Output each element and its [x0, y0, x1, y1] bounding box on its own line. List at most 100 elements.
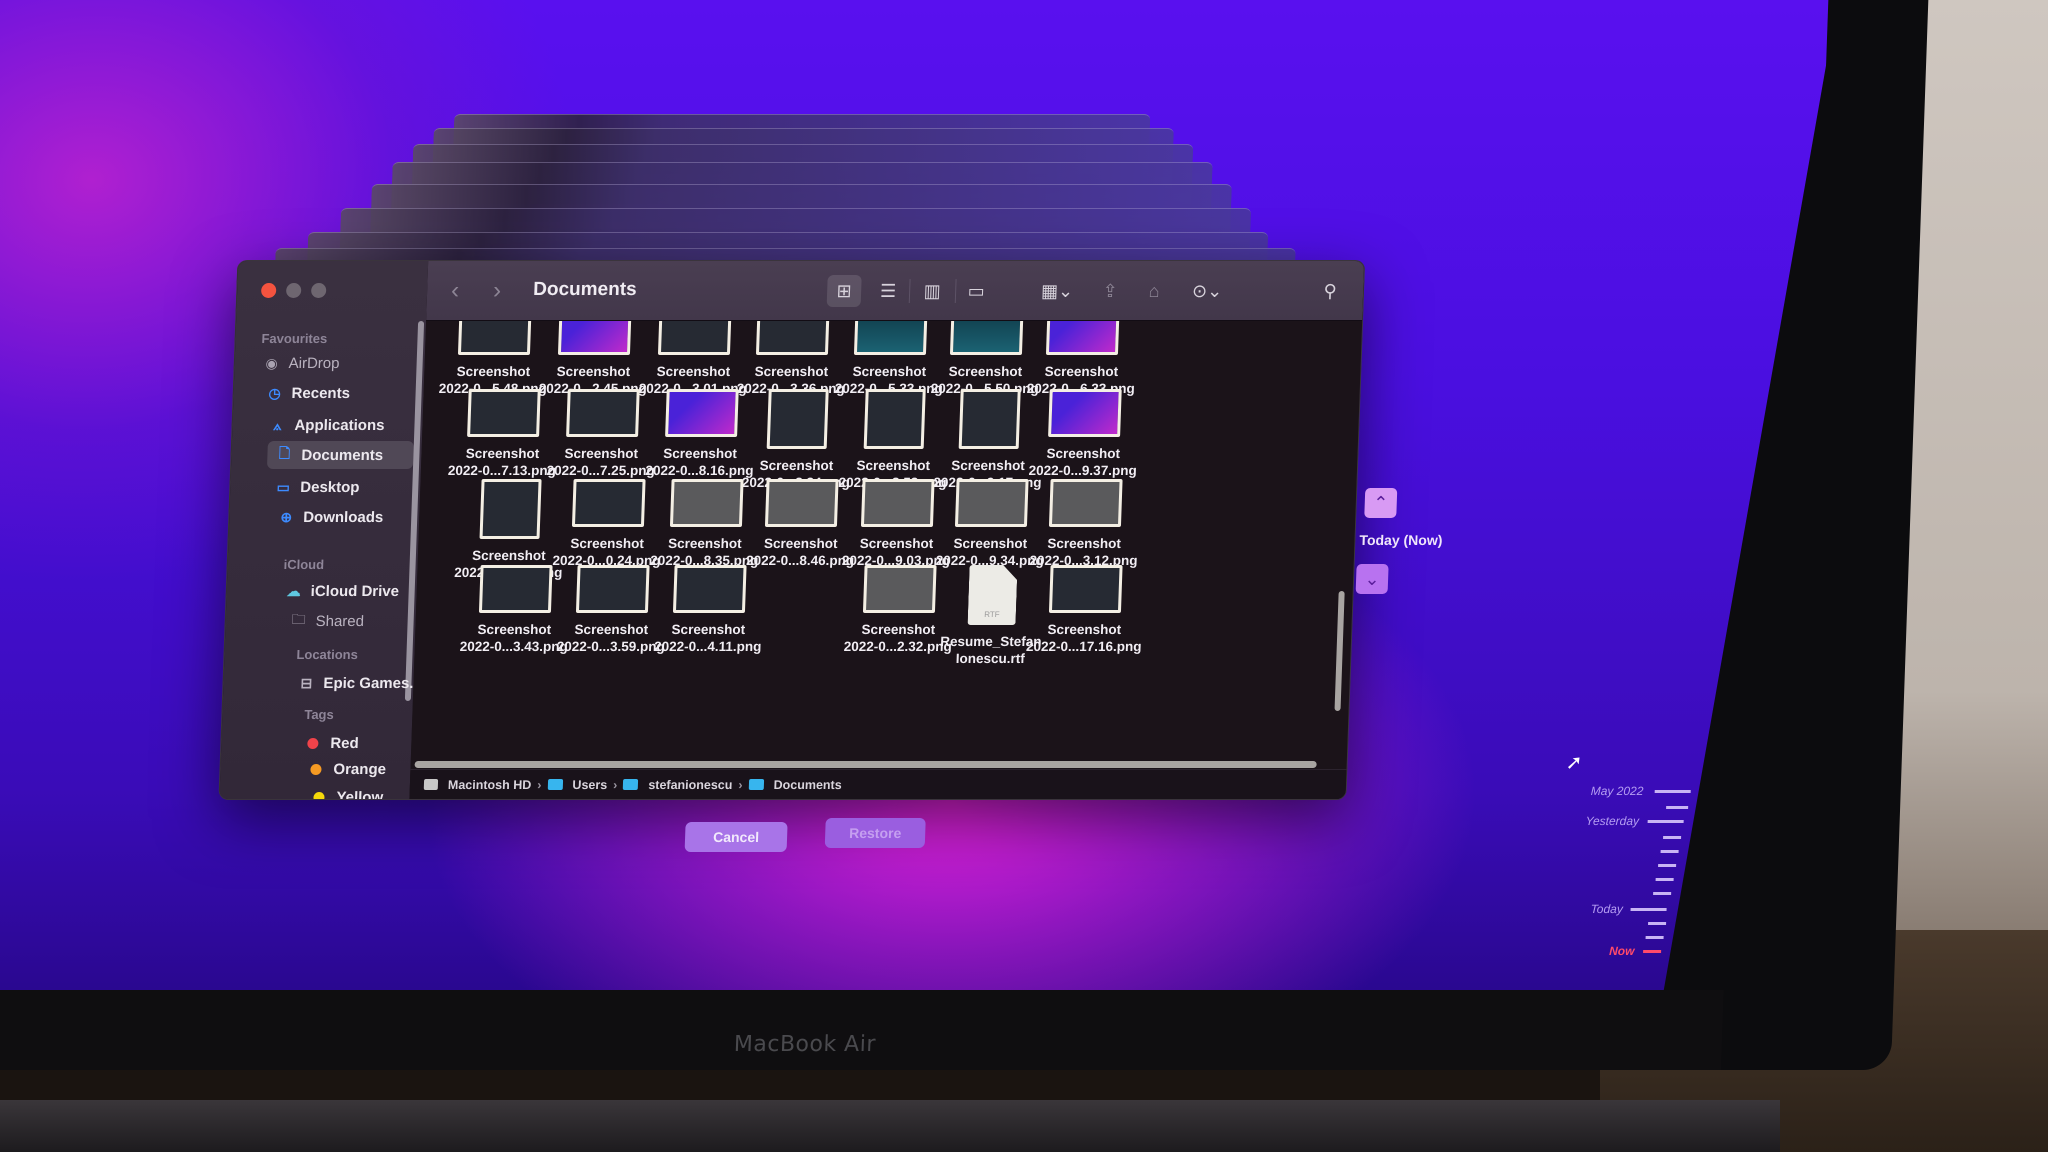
path-segment[interactable]: stefanionescu: [648, 778, 733, 792]
file-name-line: Screenshot: [1047, 536, 1122, 551]
forward-button[interactable]: ›: [493, 277, 502, 305]
newer-backup-button[interactable]: ⌄: [1356, 564, 1389, 594]
drive-icon: ⊟: [300, 674, 313, 691]
sidebar-item-recents[interactable]: ◷ Recents: [265, 379, 416, 407]
sidebar-item-desktop[interactable]: ▭ Desktop: [274, 473, 425, 501]
tag-icon[interactable]: ⌂: [1137, 275, 1172, 307]
file-name: Screenshot 2022-0...9.37.png: [1017, 445, 1148, 479]
group-icon[interactable]: ▦⌄: [1033, 275, 1082, 307]
cancel-button[interactable]: Cancel: [685, 822, 788, 852]
image-thumbnail-icon: [670, 479, 744, 527]
column-view-icon[interactable]: ▥: [915, 275, 950, 307]
back-button[interactable]: ‹: [451, 277, 460, 305]
folder-icon: [547, 779, 562, 790]
file-name-line: 2022-0...17.16.png: [1025, 639, 1142, 654]
chevron-down-icon: ⌄: [1364, 568, 1381, 589]
timeline-tick[interactable]: [1646, 936, 1664, 939]
current-backup-label: Today (Now): [1359, 532, 1443, 548]
path-segment[interactable]: Users: [572, 778, 607, 792]
file-item[interactable]: Screenshot 2022-0...9.37.png: [1017, 389, 1150, 479]
shared-folder-icon: 🗀: [291, 611, 306, 627]
timeline-now-label[interactable]: Now: [1609, 944, 1635, 958]
image-thumbnail-icon: [950, 321, 1024, 355]
close-button[interactable]: [261, 283, 277, 298]
sidebar-item-downloads[interactable]: ⊕ Downloads: [277, 503, 428, 531]
image-thumbnail-icon: [479, 565, 553, 613]
airdrop-icon: ◉: [265, 354, 279, 371]
clock-icon: ◷: [268, 384, 282, 401]
timeline-tick[interactable]: [1655, 790, 1691, 793]
icon-view-icon[interactable]: ⊞: [827, 275, 862, 307]
timeline-tick[interactable]: [1663, 836, 1681, 839]
path-bar: Macintosh HD › Users › stefanionescu › D…: [409, 769, 1346, 799]
file-name-line: Screenshot: [1044, 364, 1119, 379]
timeline-tick[interactable]: [1648, 922, 1666, 925]
sidebar-item-airdrop[interactable]: ◉ AirDrop: [262, 349, 413, 377]
timeline-tick[interactable]: [1656, 878, 1674, 881]
file-name: Screenshot 2022-0...17.16.png: [1018, 621, 1149, 655]
file-item[interactable]: Screenshot 2022-0...17.16.png: [1018, 565, 1151, 655]
sidebar-section-icloud: iCloud: [283, 557, 325, 572]
timeline-label[interactable]: Yesterday: [1585, 814, 1639, 828]
file-item[interactable]: Screenshot 2022-0...3.12.png: [1018, 479, 1151, 569]
file-name-line: Screenshot: [671, 622, 746, 637]
path-segment[interactable]: Macintosh HD: [448, 778, 532, 792]
minimize-button[interactable]: [286, 283, 302, 298]
share-icon[interactable]: ⇪: [1093, 275, 1128, 307]
sidebar-item-documents[interactable]: 🗋 Documents: [267, 441, 414, 469]
horizontal-scrollbar[interactable]: [415, 761, 1317, 768]
image-thumbnail-icon: [1049, 565, 1123, 613]
file-name-line: Screenshot: [1046, 446, 1121, 461]
sidebar-item-applications[interactable]: ⟑ Applications: [268, 411, 419, 439]
path-segment[interactable]: Documents: [773, 778, 842, 792]
image-thumbnail-icon: [765, 479, 839, 527]
finder-content: ‹ › Documents ⊞ ☰ ▥ ▭ ▦⌄ ⇪ ⌂ ⊙⌄ ⚲ Screen…: [409, 261, 1364, 799]
finder-window: Favourites ◉ AirDrop ◷ Recents ⟑ Applica…: [218, 260, 1365, 800]
hard-drive-icon: [424, 779, 438, 790]
image-thumbnail-icon: [566, 389, 640, 437]
file-name: Screenshot 2022-0...3.12.png: [1018, 535, 1149, 569]
laptop-base: [0, 1100, 1780, 1152]
cloud-icon: ☁: [286, 582, 301, 599]
download-icon: ⊕: [280, 508, 293, 525]
more-actions-icon[interactable]: ⊙⌄: [1183, 275, 1232, 307]
image-thumbnail-icon: [458, 321, 532, 355]
image-thumbnail-icon: [1049, 479, 1123, 527]
search-icon[interactable]: ⚲: [1313, 275, 1348, 307]
image-thumbnail-icon: [1048, 389, 1122, 437]
timeline-label[interactable]: May 2022: [1590, 784, 1643, 798]
older-backup-button[interactable]: ⌃: [1364, 488, 1397, 518]
toolbar: ‹ › Documents ⊞ ☰ ▥ ▭ ▦⌄ ⇪ ⌂ ⊙⌄ ⚲: [426, 261, 1364, 321]
file-grid: Screenshot2022-0...5.48.pngScreenshot202…: [411, 321, 1362, 751]
restore-button[interactable]: Restore: [825, 818, 926, 848]
screen: Favourites ◉ AirDrop ◷ Recents ⟑ Applica…: [0, 0, 1829, 990]
path-separator: ›: [738, 777, 743, 792]
timeline-now-tick[interactable]: [1643, 950, 1661, 953]
zoom-button[interactable]: [311, 283, 327, 298]
timeline-tick[interactable]: [1658, 864, 1676, 867]
timeline-tick[interactable]: [1653, 892, 1671, 895]
image-thumbnail-icon: [558, 321, 632, 355]
timeline-tick[interactable]: [1661, 850, 1679, 853]
path-separator: ›: [537, 777, 542, 792]
list-view-icon[interactable]: ☰: [871, 275, 906, 307]
image-thumbnail-icon: [480, 479, 542, 539]
sidebar-section-favourites: Favourites: [261, 331, 328, 346]
timeline-tick[interactable]: [1648, 820, 1684, 823]
sidebar-item-icloud-drive[interactable]: ☁ iCloud Drive: [284, 577, 435, 605]
image-thumbnail-icon: [658, 321, 732, 355]
gallery-view-icon[interactable]: ▭: [959, 275, 994, 307]
image-thumbnail-icon: [861, 479, 935, 527]
file-name: Screenshot 2022-0...4.11.png: [642, 621, 773, 655]
image-thumbnail-icon: [673, 565, 747, 613]
tag-orange-icon: [310, 764, 321, 775]
folder-icon: [748, 779, 763, 790]
timeline-tick[interactable]: [1666, 806, 1688, 809]
tag-red-icon: [307, 738, 318, 749]
file-item[interactable]: Screenshot 2022-0...4.11.png: [642, 565, 775, 655]
timeline-tick[interactable]: [1631, 908, 1667, 911]
rtf-document-icon: RTF: [968, 565, 1018, 625]
timeline-label[interactable]: Today: [1590, 902, 1623, 916]
file-item[interactable]: Screenshot2022-0...6.33.png: [1015, 321, 1148, 397]
image-thumbnail-icon: [665, 389, 739, 437]
